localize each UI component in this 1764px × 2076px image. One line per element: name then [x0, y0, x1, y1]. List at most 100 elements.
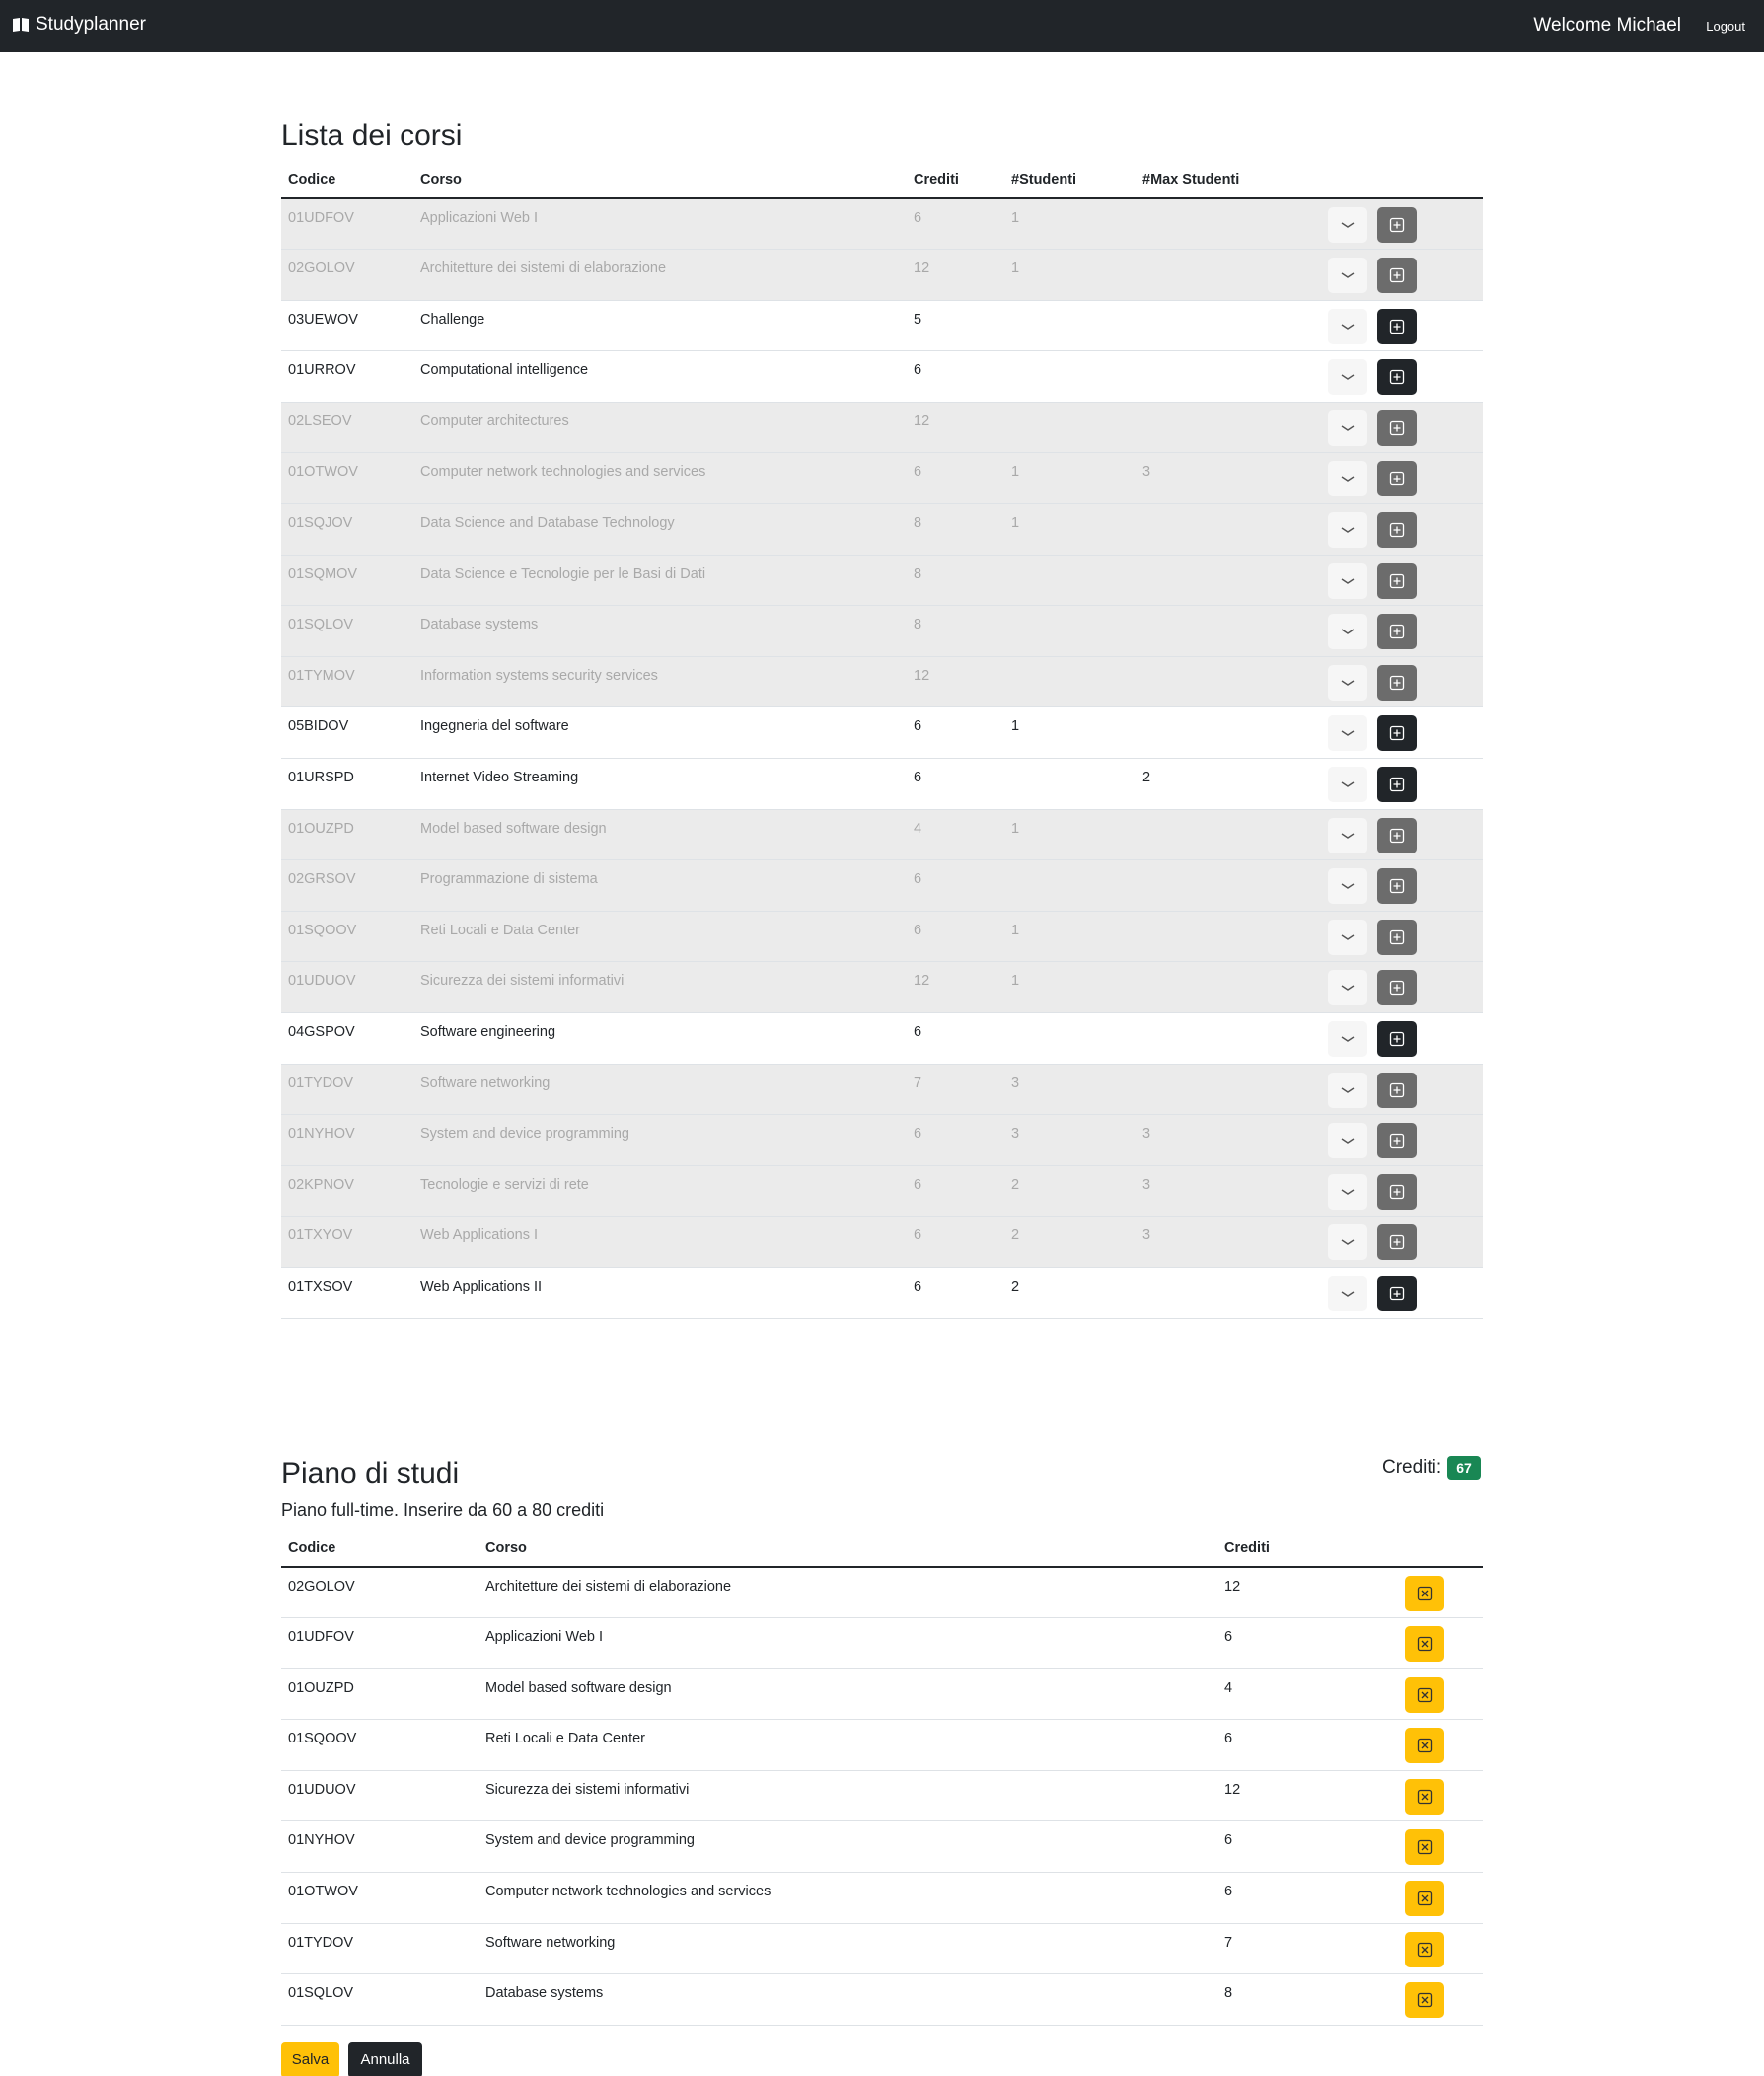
course-students: 1 — [1004, 706, 1136, 760]
plus-square-icon — [1389, 319, 1405, 334]
plan-code: 01SQOOV — [281, 1719, 478, 1771]
expand-button[interactable] — [1328, 1173, 1367, 1210]
course-actions — [1321, 605, 1483, 657]
plan-actions — [1398, 1668, 1483, 1721]
add-course-button[interactable] — [1377, 562, 1417, 599]
add-course-button[interactable] — [1377, 1021, 1417, 1057]
course-students: 1 — [1004, 911, 1136, 963]
expand-button[interactable] — [1328, 359, 1367, 396]
add-course-button[interactable] — [1377, 868, 1417, 905]
plan-row: 01OTWOV Computer network technologies and… — [281, 1872, 1483, 1924]
plan-code: 01TYDOV — [281, 1923, 478, 1975]
remove-course-button[interactable] — [1405, 1676, 1444, 1713]
chevron-down-icon — [1341, 1087, 1355, 1093]
course-students — [1004, 605, 1136, 657]
plan-credits: 12 — [1217, 1567, 1398, 1619]
add-course-button[interactable] — [1377, 258, 1417, 294]
expand-button[interactable] — [1328, 562, 1367, 599]
course-credits: 6 — [907, 1165, 1004, 1218]
expand-button[interactable] — [1328, 258, 1367, 294]
plan-actions — [1398, 1973, 1483, 2026]
course-credits: 7 — [907, 1064, 1004, 1116]
course-max-students — [1136, 1012, 1321, 1065]
course-actions — [1321, 706, 1483, 760]
course-code: 01NYHOV — [281, 1114, 413, 1166]
remove-course-button[interactable] — [1405, 1626, 1444, 1663]
x-square-icon — [1417, 1942, 1433, 1957]
add-course-button[interactable] — [1377, 207, 1417, 243]
expand-button[interactable] — [1328, 664, 1367, 701]
expand-button[interactable] — [1328, 614, 1367, 650]
add-course-button[interactable] — [1377, 512, 1417, 549]
expand-button[interactable] — [1328, 461, 1367, 497]
save-button[interactable]: Salva — [281, 2042, 339, 2076]
remove-course-button[interactable] — [1405, 1728, 1444, 1764]
expand-button[interactable] — [1328, 1021, 1367, 1057]
course-students — [1004, 1012, 1136, 1065]
remove-course-button[interactable] — [1405, 1982, 1444, 2019]
expand-button[interactable] — [1328, 512, 1367, 549]
course-row: 01URSPD Internet Video Streaming 6 2 — [281, 758, 1483, 810]
course-credits: 6 — [907, 911, 1004, 963]
course-row: 02LSEOV Computer architectures 12 — [281, 402, 1483, 454]
expand-button[interactable] — [1328, 207, 1367, 243]
cancel-button[interactable]: Annulla — [348, 2042, 422, 2076]
expand-button[interactable] — [1328, 817, 1367, 853]
add-course-button[interactable] — [1377, 664, 1417, 701]
header-name: Corso — [413, 161, 907, 199]
expand-button[interactable] — [1328, 715, 1367, 752]
remove-course-button[interactable] — [1405, 1576, 1444, 1611]
plan-header-name: Corso — [478, 1529, 1217, 1568]
add-course-button[interactable] — [1377, 614, 1417, 650]
plus-square-icon — [1389, 420, 1405, 436]
course-actions — [1321, 1267, 1483, 1319]
plan-title: Piano di studi — [281, 1457, 460, 1490]
add-course-button[interactable] — [1377, 1072, 1417, 1108]
course-row: 02GOLOV Architetture dei sistemi di elabo… — [281, 249, 1483, 301]
chevron-down-icon — [1341, 883, 1355, 890]
brand[interactable]: Studyplanner — [12, 14, 146, 36]
remove-course-button[interactable] — [1405, 1778, 1444, 1815]
remove-course-button[interactable] — [1405, 1881, 1444, 1917]
add-course-button[interactable] — [1377, 1123, 1417, 1159]
remove-course-button[interactable] — [1405, 1931, 1444, 1967]
course-max-students — [1136, 555, 1321, 607]
plan-name: Computer network technologies and servic… — [478, 1872, 1217, 1924]
plan-name: Reti Locali e Data Center — [478, 1719, 1217, 1771]
course-max-students — [1136, 1267, 1321, 1319]
plus-square-icon — [1389, 1082, 1405, 1097]
course-max-students — [1136, 605, 1321, 657]
add-course-button[interactable] — [1377, 767, 1417, 803]
logout-link[interactable]: Logout — [1706, 19, 1745, 34]
expand-button[interactable] — [1328, 308, 1367, 344]
expand-button[interactable] — [1328, 868, 1367, 905]
expand-button[interactable] — [1328, 919, 1367, 955]
add-course-button[interactable] — [1377, 1275, 1417, 1311]
expand-button[interactable] — [1328, 1275, 1367, 1311]
course-name: Programmazione di sistema — [413, 859, 907, 912]
add-course-button[interactable] — [1377, 970, 1417, 1006]
course-code: 01TYMOV — [281, 656, 413, 708]
add-course-button[interactable] — [1377, 919, 1417, 955]
add-course-button[interactable] — [1377, 1173, 1417, 1210]
course-actions — [1321, 300, 1483, 352]
expand-button[interactable] — [1328, 767, 1367, 803]
expand-button[interactable] — [1328, 1224, 1367, 1261]
chevron-down-icon — [1341, 730, 1355, 737]
add-course-button[interactable] — [1377, 715, 1417, 752]
course-code: 01SQJOV — [281, 503, 413, 556]
add-course-button[interactable] — [1377, 817, 1417, 853]
add-course-button[interactable] — [1377, 409, 1417, 446]
expand-button[interactable] — [1328, 970, 1367, 1006]
course-credits: 6 — [907, 452, 1004, 505]
add-course-button[interactable] — [1377, 308, 1417, 344]
expand-button[interactable] — [1328, 1123, 1367, 1159]
add-course-button[interactable] — [1377, 1224, 1417, 1261]
expand-button[interactable] — [1328, 409, 1367, 446]
remove-course-button[interactable] — [1405, 1829, 1444, 1866]
add-course-button[interactable] — [1377, 359, 1417, 396]
add-course-button[interactable] — [1377, 461, 1417, 497]
plus-square-icon — [1389, 522, 1405, 538]
plus-square-icon — [1389, 1134, 1405, 1149]
expand-button[interactable] — [1328, 1072, 1367, 1108]
